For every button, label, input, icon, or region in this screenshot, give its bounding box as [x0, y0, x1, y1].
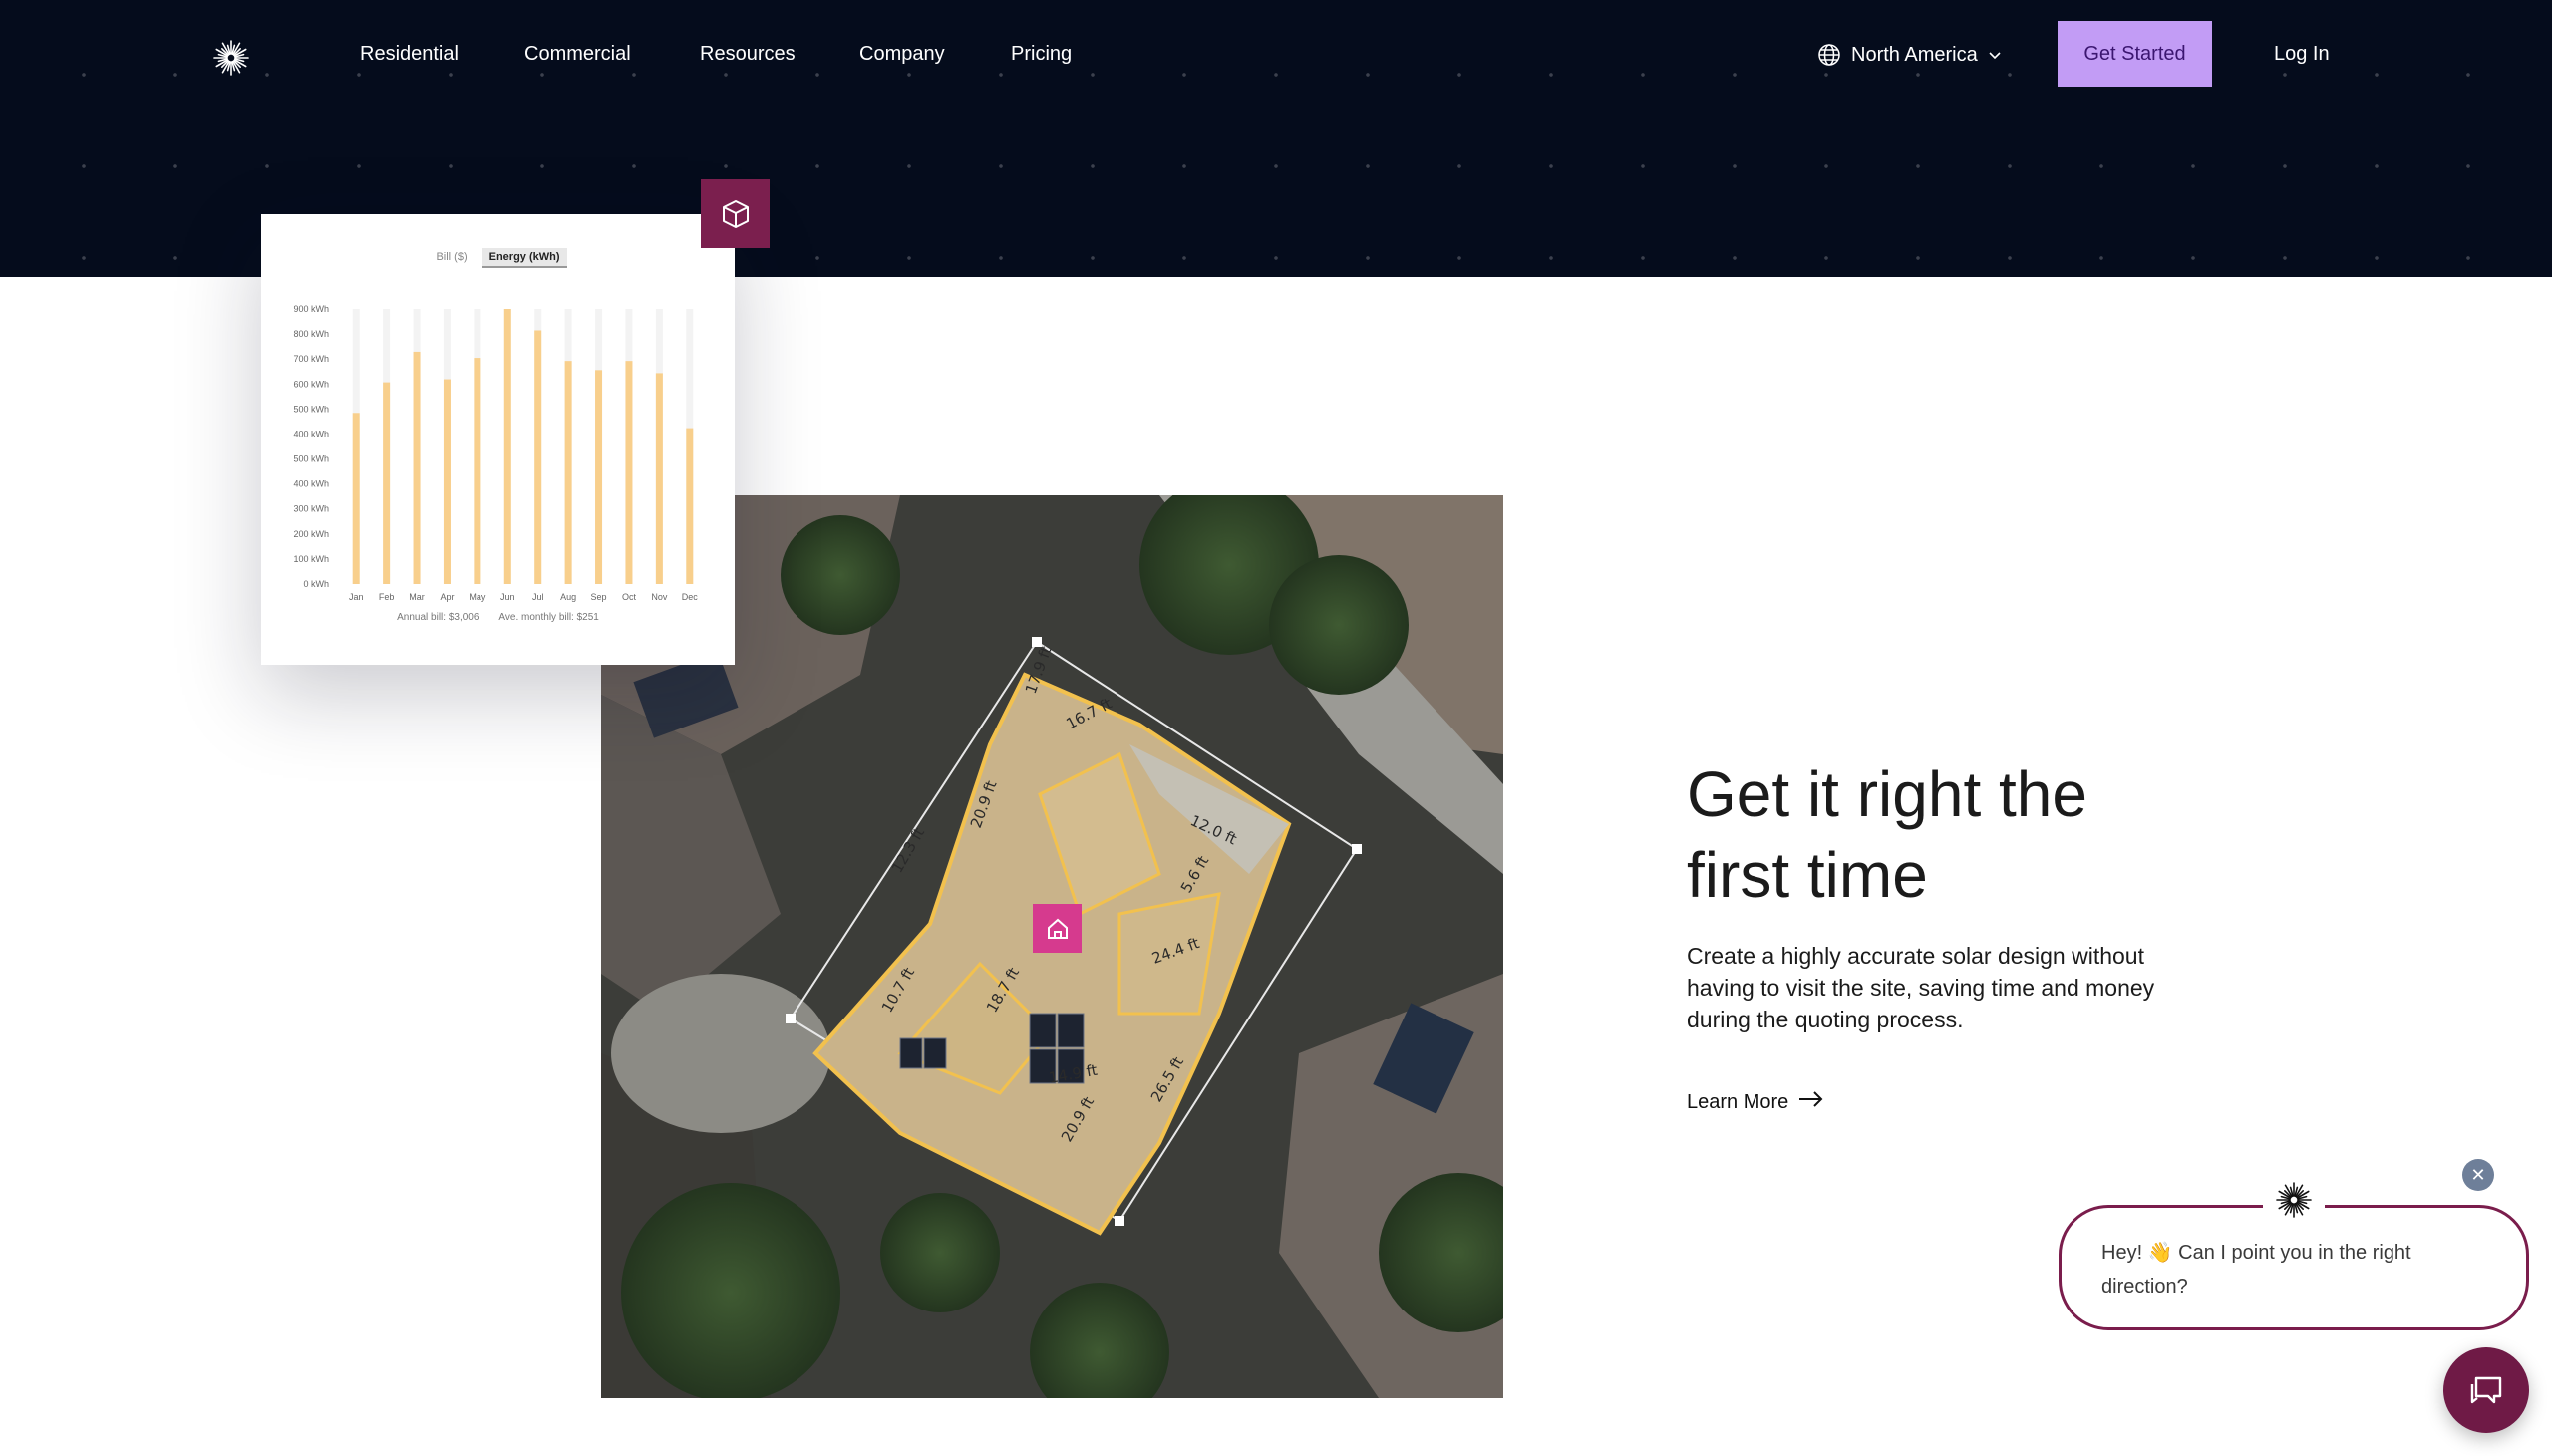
y-tick-label: 100 kWh [293, 554, 329, 564]
globe-icon [1817, 43, 1841, 67]
get-started-button[interactable]: Get Started [2058, 21, 2212, 87]
energy-bar-jan[interactable] [352, 413, 360, 584]
log-in-link[interactable]: Log In [2274, 38, 2330, 70]
annual-bill-label: Annual bill: $3,006 [397, 612, 479, 623]
energy-chart-card: 0 kWh 100 kWh 200 kWh 300 kWh 400 kWh 500 kWh… [261, 214, 735, 665]
chat-sunburst-logo-icon [2263, 1175, 2325, 1225]
hero-title: Get it right the first time [1687, 754, 2205, 916]
x-tick-label: Apr [440, 592, 454, 602]
x-tick-label: Mar [409, 592, 425, 602]
x-tick-label: Jan [349, 592, 364, 602]
x-tick-label: May [469, 592, 486, 602]
energy-bar-jul[interactable] [534, 330, 542, 584]
y-tick-label: 0 kWh [303, 579, 329, 589]
y-tick-label: 400 kWh [293, 479, 329, 489]
x-tick-label: Jun [500, 592, 515, 602]
energy-bar-apr[interactable] [443, 379, 451, 584]
chart-footer: Annual bill: $3,006 Ave. monthly bill: $… [261, 612, 735, 623]
y-tick-label: 700 kWh [293, 354, 329, 364]
hero-subtitle: Create a highly accurate solar design wi… [1687, 943, 2155, 1032]
energy-bar-aug[interactable] [564, 361, 572, 584]
y-tick-label: 800 kWh [293, 329, 329, 339]
y-tick-label: 600 kWh [293, 379, 329, 389]
chevron-down-icon [1988, 48, 2002, 62]
energy-bar-sep[interactable] [595, 370, 603, 584]
chat-prompt-text: Hey! 👋 Can I point you in the right dire… [2101, 1242, 2411, 1298]
x-tick-label: Nov [651, 592, 668, 602]
y-tick-label: 500 kWh [293, 454, 329, 464]
x-tick-label: Feb [379, 592, 395, 602]
y-tick-label: 200 kWh [293, 529, 329, 539]
region-label: North America [1851, 43, 1978, 66]
nav-residential[interactable]: Residential [360, 38, 459, 70]
x-tick-label: Aug [560, 592, 576, 602]
nav-pricing[interactable]: Pricing [1011, 38, 1072, 70]
energy-bar-nov[interactable] [655, 373, 663, 584]
y-tick-label: 400 kWh [293, 429, 329, 438]
hero-title-line-2: first time [1687, 839, 1928, 911]
x-tick-label: Oct [622, 592, 637, 602]
top-navigation: Residential Commercial Resources Company… [0, 0, 2552, 110]
nav-commercial[interactable]: Commercial [524, 38, 631, 70]
energy-bar-mar[interactable] [413, 351, 421, 584]
energy-bar-dec[interactable] [686, 428, 694, 584]
cube-icon [701, 179, 770, 248]
home-icon [1033, 904, 1082, 953]
learn-more-link[interactable]: Learn More [1687, 1090, 1824, 1114]
nav-company[interactable]: Company [859, 38, 945, 70]
chat-bubbles-icon[interactable] [2443, 1347, 2529, 1433]
energy-toggle-option[interactable]: Energy (kWh) [481, 248, 567, 268]
chart-toggle: Bill ($) Energy (kWh) [261, 248, 735, 268]
y-tick-label: 900 kWh [293, 304, 329, 314]
region-selector[interactable]: North America [1817, 38, 2002, 72]
energy-bar-oct[interactable] [625, 361, 633, 584]
y-tick-label: 500 kWh [293, 404, 329, 414]
y-tick-label: 300 kWh [293, 504, 329, 514]
sunburst-logo-icon[interactable] [211, 38, 251, 78]
x-tick-label: Jul [532, 592, 544, 602]
energy-bar-feb[interactable] [383, 382, 391, 584]
close-icon[interactable]: ✕ [2462, 1159, 2494, 1191]
x-tick-label: Sep [591, 592, 607, 602]
energy-bar-may[interactable] [474, 358, 481, 584]
energy-bar-jun[interactable] [503, 309, 511, 584]
monthly-bill-label: Ave. monthly bill: $251 [498, 612, 599, 623]
bill-toggle-option[interactable]: Bill ($) [429, 248, 474, 268]
energy-bar-chart: 0 kWh 100 kWh 200 kWh 300 kWh 400 kWh 500 kWh… [293, 304, 699, 602]
nav-resources[interactable]: Resources [700, 38, 796, 70]
arrow-right-icon [1798, 1090, 1824, 1114]
x-tick-label: Dec [682, 592, 699, 602]
learn-more-label: Learn More [1687, 1090, 1789, 1113]
hero-title-line-1: Get it right the [1687, 758, 2087, 830]
